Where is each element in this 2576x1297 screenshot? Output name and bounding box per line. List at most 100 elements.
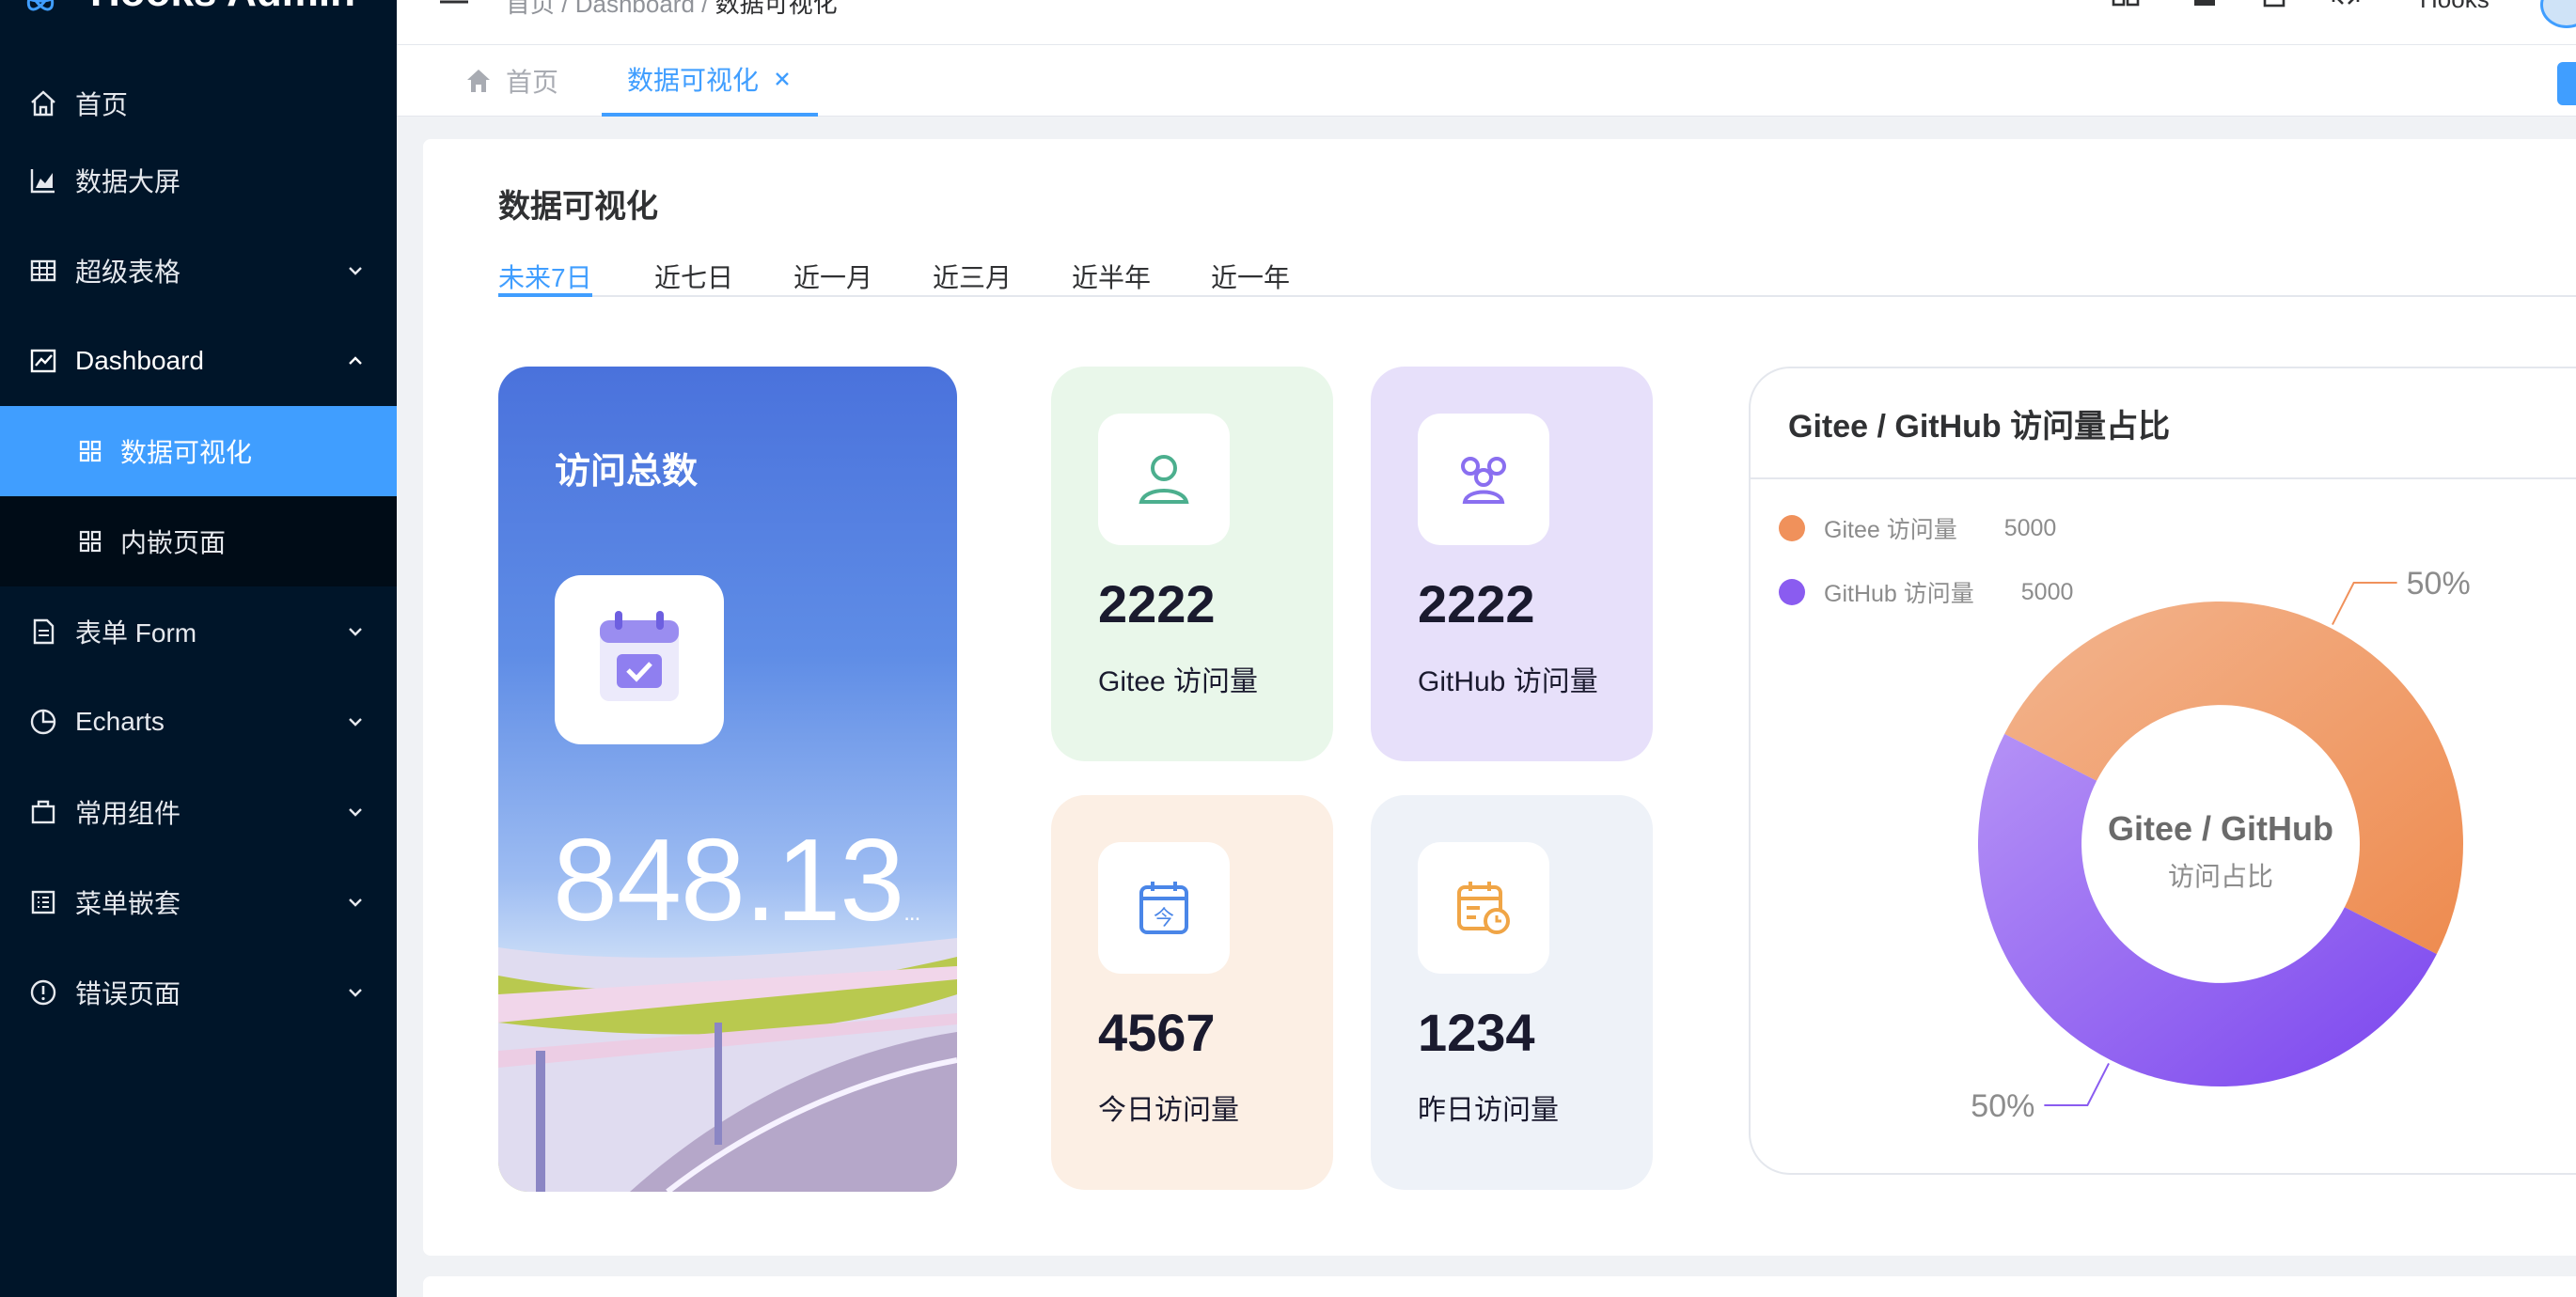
breadcrumb-item: 数据可视化	[715, 0, 838, 18]
yesterday-visits-card: 1234 昨日访问量	[1371, 795, 1653, 1190]
chevron-down-icon	[349, 808, 362, 817]
sidebar-item-data-visualization[interactable]: 数据可视化	[0, 406, 397, 496]
sidebar-item-label: 菜单嵌套	[75, 889, 181, 918]
tab-home[interactable]: 首页	[464, 45, 558, 117]
sidebar-item-label: 错误页面	[75, 979, 181, 1008]
chevron-down-icon	[349, 989, 362, 997]
sidebar-item-super-table[interactable]: 超级表格	[0, 226, 397, 316]
chevron-up-icon	[349, 356, 362, 365]
tab-bar: 首页 数据可视化	[397, 45, 2576, 117]
sidebar-item-label: Echarts	[75, 707, 165, 736]
sidebar-item-components[interactable]: 常用组件	[0, 767, 397, 857]
logo-icon	[26, 0, 55, 11]
total-visits-title: 访问总数	[555, 452, 699, 492]
range-tab-next-7-days[interactable]: 未来7日	[498, 235, 592, 297]
chevron-down-icon	[349, 899, 362, 907]
stat-value: 2222	[1418, 574, 1535, 633]
sidebar-item-echarts[interactable]: Echarts	[0, 677, 397, 767]
group-icon	[1461, 457, 1506, 504]
tab-more-button[interactable]	[2557, 62, 2576, 105]
apps-icon	[79, 530, 102, 553]
logo[interactable]: Hooks Admin	[0, 0, 397, 21]
avatar[interactable]	[2540, 0, 2576, 28]
breadcrumb-item[interactable]: 首页	[506, 0, 555, 18]
chevron-down-icon	[349, 718, 362, 727]
sidebar-item-data-screen[interactable]: 数据大屏	[0, 135, 397, 226]
sidebar-item-error-page[interactable]: 错误页面	[0, 947, 397, 1038]
username[interactable]: Hooks	[2420, 0, 2490, 14]
lock-icon[interactable]	[2258, 0, 2290, 23]
road-illustration	[498, 938, 957, 1192]
breadcrumb: 首页 / Dashboard / 数据可视化	[506, 0, 838, 20]
pie-label-line-0	[2332, 582, 2397, 626]
svg-text:今: 今	[1154, 907, 1174, 930]
range-tab-last-7-days[interactable]: 近七日	[654, 235, 733, 297]
tab-data-visualization[interactable]: 数据可视化	[602, 45, 818, 117]
area-chart-icon	[30, 169, 55, 194]
sidebar-item-label: 首页	[75, 90, 129, 119]
range-tab-last-year[interactable]: 近一年	[1211, 235, 1290, 297]
user-icon	[1139, 455, 1189, 504]
range-tab-last-half-year[interactable]: 近半年	[1072, 235, 1151, 297]
sidebar-item-nested-menu[interactable]: 菜单嵌套	[0, 857, 397, 947]
breadcrumb-separator: /	[701, 0, 715, 18]
donut-center-subtitle: 访问占比	[2168, 862, 2273, 891]
pie-label-line-1	[2044, 1062, 2110, 1106]
grid-table-icon	[30, 259, 56, 282]
sidebar-item-form[interactable]: 表单 Form	[0, 586, 397, 677]
home-icon	[467, 70, 490, 92]
tab-label: 数据可视化	[626, 66, 759, 95]
sidebar-item-label: 数据可视化	[120, 438, 253, 467]
donut-center-title: Gitee / GitHub	[2108, 809, 2333, 848]
donut-chart: 50% 50% Gitee / GitHub 访问占比	[1971, 566, 2471, 1124]
github-visits-card: 2222 GitHub 访问量	[1371, 367, 1653, 761]
stat-label: GitHub 访问量	[1418, 666, 1598, 697]
sidebar-item-label: 常用组件	[75, 799, 181, 828]
range-tab-last-month[interactable]: 近一月	[793, 235, 872, 297]
range-tabs: 未来7日 近七日 近一月 近三月 近半年 近一年	[498, 235, 2576, 297]
calendar-today-icon: 今	[1139, 882, 1188, 934]
list-icon	[31, 890, 55, 914]
top-header: 首页 / Dashboard / 数据可视化 Hooks	[397, 0, 2576, 45]
briefcase-icon	[31, 800, 55, 824]
sidebar-item-label: 数据大屏	[75, 167, 181, 196]
stat-value: 4567	[1098, 1003, 1216, 1062]
document-icon	[33, 618, 55, 645]
sidebar-item-label: 内嵌页面	[120, 528, 227, 557]
layout-icon[interactable]	[2110, 0, 2142, 23]
total-visits-card: 访问总数 848.13...	[498, 367, 957, 1192]
range-tab-last-3-months[interactable]: 近三月	[933, 235, 1012, 297]
fullscreen-icon[interactable]	[2330, 0, 2362, 23]
menu-toggle-icon[interactable]	[438, 0, 470, 11]
calendar-clock-icon	[1457, 882, 1510, 934]
close-icon[interactable]	[772, 69, 793, 89]
line-chart-icon	[30, 349, 56, 373]
chevron-down-icon	[349, 628, 362, 636]
sidebar-item-dashboard[interactable]: Dashboard	[0, 316, 397, 406]
stat-label: Gitee 访问量	[1098, 666, 1259, 697]
pie-percent-label-0: 50%	[2407, 566, 2471, 602]
icon-box	[1418, 414, 1549, 545]
sidebar: Hooks Admin 首页 数据大屏 超级表格 Dashboard 数据可视化…	[0, 0, 397, 1297]
home-icon	[31, 90, 55, 117]
apps-icon	[79, 440, 102, 462]
sidebar-item-label: 超级表格	[75, 258, 181, 287]
icon-box	[1418, 842, 1549, 974]
icon-box	[1098, 414, 1230, 545]
translate-icon[interactable]	[2189, 0, 2221, 23]
calendar-check-icon	[600, 611, 679, 701]
sidebar-item-label: 表单 Form	[75, 618, 197, 648]
pie-chart-card: Gitee / GitHub 访问量占比 Gitee 访问量 5000 GitH…	[1749, 367, 2576, 1175]
breadcrumb-separator: /	[561, 0, 575, 18]
sidebar-item-label: Dashboard	[75, 346, 204, 375]
stat-value: 1234	[1418, 1003, 1535, 1062]
main-content-card: 数据可视化 未来7日 近七日 近一月 近三月 近半年 近一年 访问总数 848.…	[423, 139, 2576, 1256]
breadcrumb-item[interactable]: Dashboard	[575, 0, 695, 18]
icon-box: 今	[1098, 842, 1230, 974]
app-title: Hooks Admin	[90, 0, 355, 16]
sidebar-item-embedded-page[interactable]: 内嵌页面	[0, 496, 397, 586]
pie-chart-icon	[30, 709, 56, 735]
gitee-visits-card: 2222 Gitee 访问量	[1051, 367, 1333, 761]
stat-label: 今日访问量	[1098, 1095, 1239, 1126]
warning-circle-icon	[30, 979, 56, 1006]
